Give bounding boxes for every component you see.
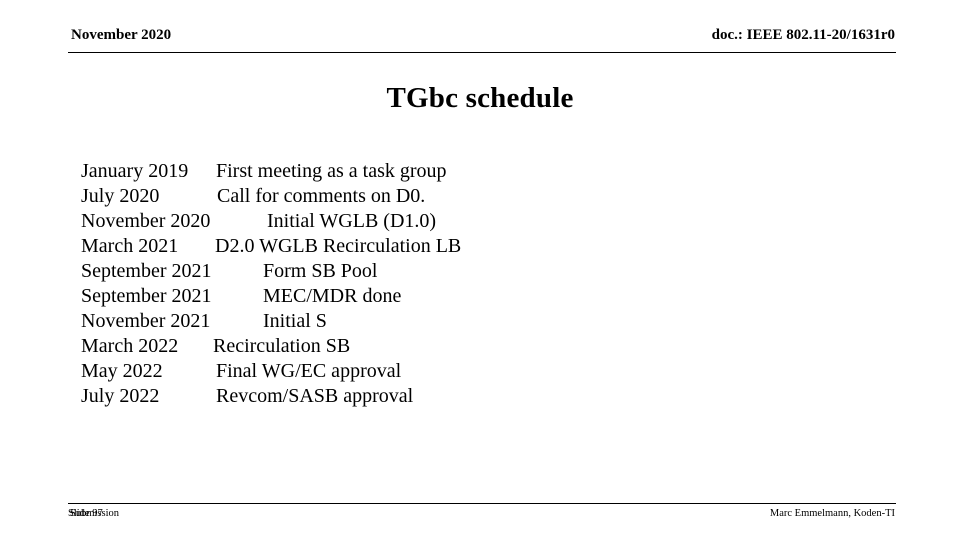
schedule-row-milestone: Revcom/SASB approval <box>216 385 414 407</box>
schedule-row-milestone: Final WG/EC approval <box>216 360 402 382</box>
schedule-row-date: March 2021 <box>81 235 179 257</box>
header-document-id: doc.: IEEE 802.11-20/1631r0 <box>711 27 895 43</box>
schedule-row: March 2022 Recirculation SB <box>81 334 871 359</box>
schedule-row-date: November 2021 <box>81 310 211 332</box>
schedule-row-milestone: Form SB Pool <box>263 260 378 282</box>
header-date: November 2020 <box>71 27 172 43</box>
schedule-list: January 2019 First meeting as a task grou… <box>81 159 871 409</box>
schedule-row-date: May 2022 <box>81 360 163 382</box>
schedule-row: March 2021 D2.0 WGLB Recirculation LB <box>81 234 871 259</box>
schedule-row-date: March 2022 <box>81 335 179 357</box>
footer-submission-label: Submission <box>70 508 120 519</box>
schedule-row: July 2020 Call for comments on D0. <box>81 184 871 209</box>
schedule-row-milestone: Initial S <box>263 310 327 332</box>
schedule-row-date: January 2019 <box>81 160 189 182</box>
schedule-row: September 2021 MEC/MDR done <box>81 284 871 309</box>
slide: November 2020 doc.: IEEE 802.11-20/1631r… <box>0 0 960 540</box>
slide-footer: Submission Slide 97 Marc Emmelmann, Kode… <box>68 503 896 522</box>
footer-row: Submission Slide 97 Marc Emmelmann, Kode… <box>68 504 896 522</box>
schedule-row: July 2022 Revcom/SASB approval <box>81 384 871 409</box>
schedule-row-milestone: Recirculation SB <box>213 335 351 357</box>
slide-header: November 2020 doc.: IEEE 802.11-20/1631r… <box>68 26 896 53</box>
schedule-row-milestone: First meeting as a task group <box>216 160 447 182</box>
header-row: November 2020 doc.: IEEE 802.11-20/1631r… <box>68 26 896 45</box>
schedule-row-milestone: MEC/MDR done <box>263 285 402 307</box>
footer-author: Marc Emmelmann, Koden-TI <box>769 508 895 519</box>
schedule-row-milestone: D2.0 WGLB Recirculation LB <box>215 235 462 257</box>
schedule-row-date: July 2020 <box>81 185 160 207</box>
page-title: TGbc schedule <box>386 82 574 114</box>
schedule-row: September 2021 Form SB Pool <box>81 259 871 284</box>
schedule-row-date: September 2021 <box>81 285 212 307</box>
schedule-row-date: November 2020 <box>81 210 211 232</box>
schedule-row-milestone: Initial WGLB (D1.0) <box>267 210 437 232</box>
schedule-row: January 2019 First meeting as a task grou… <box>81 159 871 184</box>
schedule-row-date: September 2021 <box>81 260 212 282</box>
schedule-row-milestone: Call for comments on D0. <box>217 185 426 207</box>
schedule-row: November 2021 Initial S <box>81 309 871 334</box>
schedule-row: November 2020 Initial WGLB (D1.0) <box>81 209 871 234</box>
schedule-row: May 2022 Final WG/EC approval <box>81 359 871 384</box>
schedule-row-date: July 2022 <box>81 385 160 407</box>
